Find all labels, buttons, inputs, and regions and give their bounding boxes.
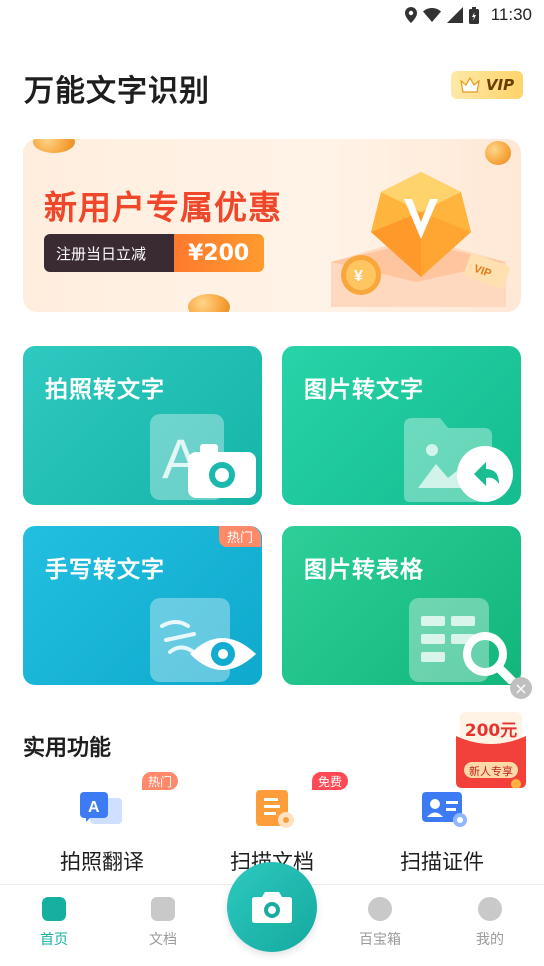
promo-banner[interactable]: 新用户专属优惠 注册当日立减 ¥200 VIP ¥ xyxy=(23,139,521,312)
tab-toolbox[interactable]: 百宝箱 xyxy=(345,897,415,949)
redpacket-amount: 200元 xyxy=(464,721,518,741)
tab-label: 首页 xyxy=(40,932,68,948)
hot-tag: 热门 xyxy=(219,526,261,547)
crown-icon xyxy=(460,77,480,93)
profile-icon xyxy=(478,897,502,921)
battery-icon xyxy=(468,6,479,24)
feature-label: 扫描证件 xyxy=(400,850,484,874)
camera-button[interactable] xyxy=(227,862,317,952)
scan-id-button[interactable]: 扫描证件 xyxy=(362,784,522,874)
card-label: 拍照转文字 xyxy=(45,377,165,403)
id-card-icon xyxy=(422,792,467,827)
tab-home[interactable]: 首页 xyxy=(19,897,89,949)
status-time: 11:30 xyxy=(490,5,532,24)
home-icon xyxy=(42,897,66,921)
banner-headline: 新用户专属优惠 xyxy=(44,188,282,227)
location-icon xyxy=(404,7,417,23)
translate-icon: A xyxy=(80,792,122,824)
vip-button[interactable]: VIP xyxy=(451,71,523,99)
redpacket-label: 新人专享 xyxy=(469,765,513,778)
coin-decoration xyxy=(188,294,230,312)
photo-translate-button[interactable]: A 热门 拍照翻译 xyxy=(22,772,182,874)
hot-tag: 热门 xyxy=(142,772,179,790)
tab-label: 百宝箱 xyxy=(359,932,401,948)
free-tag: 免费 xyxy=(312,772,349,790)
vip-gift-box-illustration: VIP ¥ xyxy=(331,172,510,307)
card-label: 手写转文字 xyxy=(45,557,165,583)
promo-amount: ¥200 xyxy=(174,234,264,272)
feature-label: 拍照翻译 xyxy=(60,850,144,874)
image-to-table-card[interactable]: 图片转表格 xyxy=(282,526,521,685)
image-folder-icon xyxy=(404,418,513,502)
handwriting-to-text-card[interactable]: 手写转文字 xyxy=(23,526,262,685)
tab-label: 文档 xyxy=(149,932,177,948)
coin-decoration xyxy=(33,139,75,153)
page-title: 万能文字识别 xyxy=(24,74,210,109)
document-icon xyxy=(151,897,175,921)
wifi-icon xyxy=(422,8,441,22)
vip-label: VIP xyxy=(485,76,515,94)
coin-decoration xyxy=(485,141,511,165)
promo-pill: 注册当日立减 ¥200 xyxy=(44,234,264,272)
svg-text:¥: ¥ xyxy=(354,268,363,285)
promo-left-text: 注册当日立减 xyxy=(44,234,174,272)
handwriting-eye-icon xyxy=(150,598,256,682)
photo-to-text-card[interactable]: 拍照转文字 A xyxy=(23,346,262,505)
scan-document-button[interactable]: 免费 扫描文档 xyxy=(192,772,352,874)
tab-documents[interactable]: 文档 xyxy=(128,897,198,949)
photo-text-icon: A xyxy=(150,414,256,500)
tab-profile[interactable]: 我的 xyxy=(455,897,525,949)
tab-label: 我的 xyxy=(476,932,504,948)
close-promo-button[interactable]: × xyxy=(510,677,532,699)
signal-icon xyxy=(446,7,463,23)
section-title: 实用功能 xyxy=(23,736,112,761)
card-label: 图片转表格 xyxy=(304,557,424,583)
table-search-icon xyxy=(409,598,518,684)
svg-text:A: A xyxy=(88,799,100,816)
status-bar: 11:30 xyxy=(0,0,544,30)
camera-icon xyxy=(252,892,292,923)
card-label: 图片转文字 xyxy=(304,377,424,403)
image-to-text-card[interactable]: 图片转文字 xyxy=(282,346,521,505)
toolbox-icon xyxy=(368,897,392,921)
scan-document-icon xyxy=(256,790,294,828)
